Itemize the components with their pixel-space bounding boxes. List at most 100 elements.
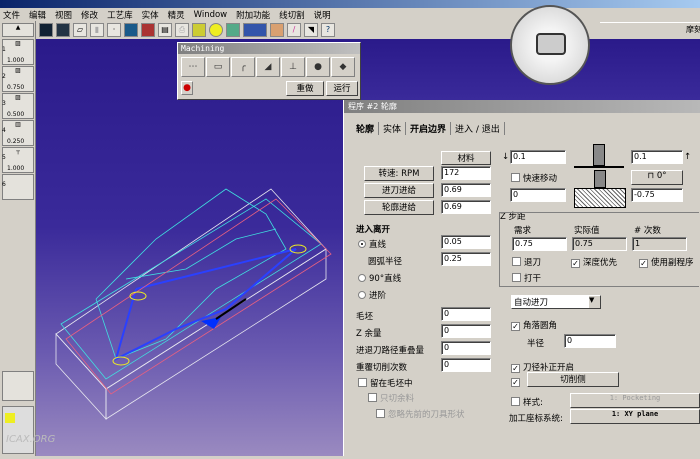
scroll-up-button[interactable]: ▲ [2, 23, 34, 37]
cut-side-checkbox[interactable]: ✓ [511, 377, 523, 387]
style-checkbox[interactable]: 样式: [511, 396, 543, 408]
overlap-input[interactable]: 0 [441, 341, 491, 355]
keep-in-stock-checkbox[interactable]: 留在毛坯中 [358, 377, 413, 389]
pierce-checkbox[interactable]: 打干 [512, 272, 541, 284]
depth-first-label: 深度优先 [583, 258, 618, 268]
angle-button[interactable]: ⊓ 0° [631, 170, 683, 185]
color-icon[interactable] [141, 23, 155, 37]
tool-item[interactable]: 1 ▨ 1.000 [2, 39, 34, 65]
menu-window[interactable]: Window [194, 10, 228, 20]
ramp-radio[interactable]: 进阶 [358, 289, 386, 301]
tool-item[interactable]: 5 ┬ 1.000 [2, 147, 34, 173]
material-icon[interactable] [270, 23, 284, 37]
tab-open-boundary[interactable]: 开启边界 [406, 122, 452, 135]
material-button[interactable]: 材料 [441, 151, 491, 165]
plunge-feed-input[interactable]: 0.69 [441, 183, 491, 197]
line-radio[interactable]: 直线 [358, 238, 386, 250]
corner-round-checkbox[interactable]: ✓ 角落圆角 [511, 319, 557, 331]
menu-edit[interactable]: 编辑 [29, 9, 46, 21]
redo-button[interactable]: 重做 [286, 81, 324, 96]
tab-contour[interactable]: 轮廓 [352, 122, 380, 135]
z-stock-input[interactable]: 0 [441, 324, 491, 338]
navigation-wheel[interactable] [510, 5, 590, 85]
menu-solid[interactable]: 实体 [142, 9, 159, 21]
menu-wizard[interactable]: 精灵 [168, 9, 185, 21]
tool-item[interactable]: 2 ▨ 0.750 [2, 66, 34, 92]
ramp-label: 进阶 [369, 291, 387, 301]
select-icon[interactable] [39, 23, 53, 37]
repeat-input[interactable]: 0 [441, 358, 491, 372]
menu-wire-edm[interactable]: 线切割 [279, 9, 305, 21]
depth-end-input[interactable]: -0.75 [631, 188, 683, 202]
entry-exit-title: 进入离开 [356, 225, 391, 235]
depth-first-checkbox[interactable]: ✓ 深度优先 [571, 256, 617, 268]
pen-icon[interactable]: / [287, 23, 301, 37]
solid-icon[interactable] [192, 23, 206, 37]
top-clearance-input[interactable]: 0.1 [510, 150, 566, 164]
sphere-icon[interactable] [209, 23, 223, 37]
tab-entry-exit[interactable]: 进入 / 退出 [451, 122, 505, 135]
program-item[interactable] [2, 371, 34, 401]
use-subprogram-label: 使用副程序 [651, 258, 694, 268]
menu-addons[interactable]: 附加功能 [236, 9, 270, 21]
face-icon[interactable]: ◢ [256, 57, 280, 77]
style-button[interactable]: 1: Pocketing [570, 393, 700, 408]
menu-process-lib[interactable]: 工艺库 [107, 9, 133, 21]
depth-start-input[interactable]: 0 [510, 188, 566, 202]
contour-icon[interactable]: ╭ [231, 57, 255, 77]
point-icon[interactable]: · [107, 23, 121, 37]
menu-file[interactable]: 文件 [3, 9, 20, 21]
contour-feed-input[interactable]: 0.69 [441, 200, 491, 214]
auto-entry-select[interactable]: 自动进刀 ▼ [511, 295, 601, 309]
coord-system-button[interactable]: 1: XY plane [570, 409, 700, 424]
line-icon[interactable] [243, 23, 267, 37]
tool-diagram-depth [574, 170, 626, 210]
tool-item[interactable]: 6 [2, 174, 34, 200]
tool-item[interactable]: 4 ▥ 0.250 [2, 120, 34, 146]
tab-solid[interactable]: 实体 [379, 122, 407, 135]
speed-button[interactable]: 转速: RPM [364, 166, 434, 181]
box-icon[interactable]: ▱ [73, 23, 87, 37]
layer-icon[interactable]: ▤ [158, 23, 172, 37]
contour-feed-button[interactable]: 轮廓进给 [364, 200, 434, 215]
arc-radius-input[interactable]: 0.25 [441, 252, 491, 266]
pocket-icon[interactable]: ▭ [206, 57, 230, 77]
cylinder-icon[interactable] [226, 23, 240, 37]
view-icon[interactable] [124, 23, 138, 37]
stock-input[interactable]: 0 [441, 307, 491, 321]
retract-checkbox[interactable]: 退刀 [512, 256, 541, 268]
line-90-radio[interactable]: 90°直线 [358, 272, 401, 284]
drill-icon[interactable]: ⋯ [181, 57, 205, 77]
tool-setup-icon[interactable]: ⊥ [281, 57, 305, 77]
speed-input[interactable]: 172 [441, 166, 491, 180]
arc-radius-label: 圆弧半径 [368, 257, 403, 267]
menu-view[interactable]: 视图 [55, 9, 72, 21]
pierce-label: 打干 [524, 274, 542, 284]
ignore-prev-tool-checkbox[interactable]: 忽略先前的刀具形状 [376, 408, 465, 420]
print-icon[interactable]: ⎙ [175, 23, 189, 37]
use-subprogram-checkbox[interactable]: ✓ 使用副程序 [639, 256, 694, 268]
frame-icon[interactable] [56, 23, 70, 37]
shade-icon[interactable]: ▮ [90, 23, 104, 37]
zstep-required-input[interactable]: 0.75 [512, 237, 567, 251]
program-item[interactable] [2, 406, 34, 454]
tool-item[interactable]: 3 ▨ 0.500 [2, 93, 34, 119]
run-button[interactable]: 运行 [326, 81, 358, 96]
menu-help[interactable]: 说明 [314, 9, 331, 21]
help-icon[interactable]: ? [321, 23, 335, 37]
plunge-feed-button[interactable]: 进刀进给 [364, 183, 434, 198]
surface-icon[interactable]: ◆ [331, 57, 355, 77]
cursor-icon[interactable]: ◥ [304, 23, 318, 37]
rapid-move-checkbox[interactable]: 快速移动 [511, 172, 557, 184]
chevron-down-icon: ▼ [589, 296, 600, 308]
only-stock-checkbox[interactable]: 只切余料 [368, 392, 414, 404]
menu-modify[interactable]: 修改 [81, 9, 98, 21]
cut-side-button[interactable]: 切削侧 [527, 372, 619, 387]
line-length-input[interactable]: 0.05 [441, 235, 491, 249]
bottom-clearance-input[interactable]: 0.1 [631, 150, 683, 164]
cut-icon[interactable]: ● [306, 57, 330, 77]
stop-icon[interactable]: ● [181, 81, 193, 95]
3d-viewport[interactable]: ICAX.ORG [6, 39, 344, 456]
radius-input[interactable]: 0 [564, 334, 616, 348]
tool-library-panel: ▲ 1 ▨ 1.000 2 ▨ 0.750 3 ▨ 0.500 4 ▥ 0.250 5 ┬ 1.00… [0, 21, 36, 456]
